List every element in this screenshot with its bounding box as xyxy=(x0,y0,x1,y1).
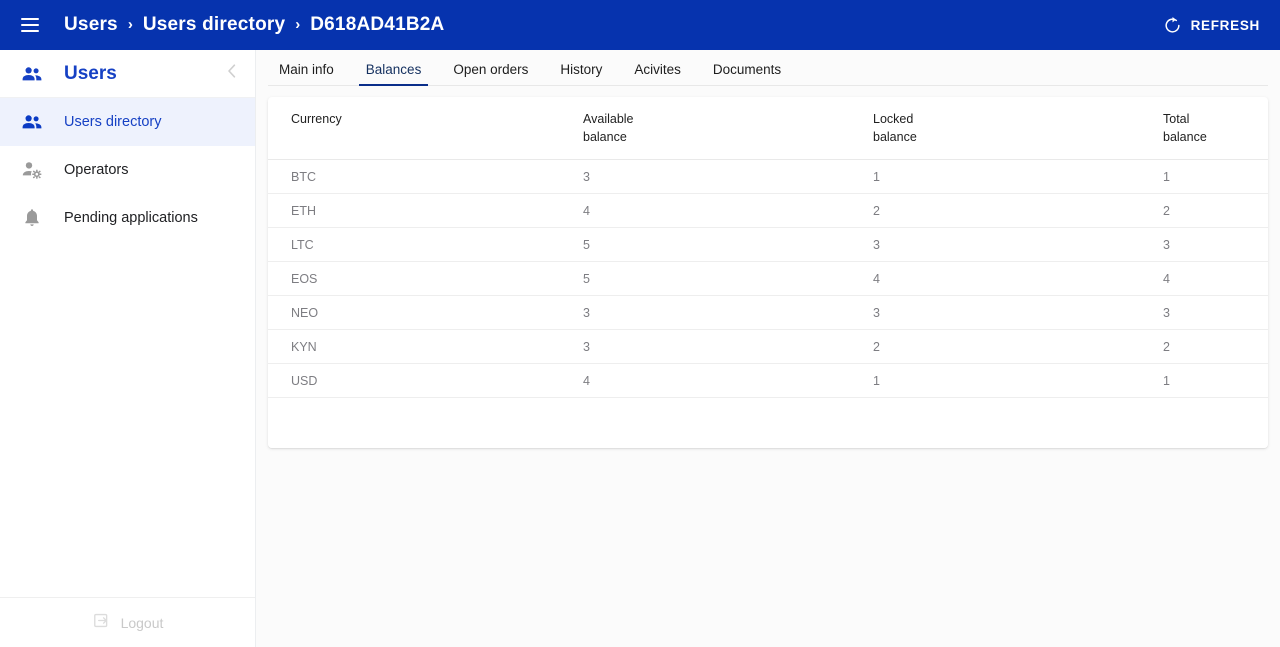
table-row[interactable]: LTC 5 3 3 xyxy=(268,227,1268,263)
person-gear-icon xyxy=(0,158,64,182)
table-footer xyxy=(268,398,1268,449)
tab-bar: Main info Balances Open orders History A… xyxy=(268,50,1268,86)
cell-total: 3 xyxy=(1163,227,1268,263)
cell-available: 3 xyxy=(583,295,873,331)
cell-available: 5 xyxy=(583,261,873,297)
cell-available: 4 xyxy=(583,363,873,399)
cell-total: 4 xyxy=(1163,261,1268,297)
tab-documents[interactable]: Documents xyxy=(697,62,797,85)
table-header-row: Currency Available balance Locked balanc… xyxy=(268,97,1268,161)
tab-main-info[interactable]: Main info xyxy=(268,62,350,85)
sidebar-collapse-button[interactable] xyxy=(221,63,243,85)
sidebar-item-label: Pending applications xyxy=(64,210,198,226)
cell-available: 3 xyxy=(583,159,873,195)
app-root: Users › Users directory › D618AD41B2A RE… xyxy=(0,0,1280,647)
breadcrumb: Users › Users directory › D618AD41B2A xyxy=(64,14,444,36)
column-header-line1: Locked xyxy=(873,112,914,126)
breadcrumb-item-users[interactable]: Users xyxy=(64,14,118,36)
people-icon xyxy=(0,110,64,134)
sidebar-item-label: Operators xyxy=(64,162,129,178)
cell-total: 2 xyxy=(1163,329,1268,365)
hamburger-menu-icon[interactable] xyxy=(14,9,46,41)
hamburger-line xyxy=(21,24,39,26)
cell-currency: BTC xyxy=(268,159,583,195)
refresh-icon xyxy=(1163,16,1182,35)
column-header-line2: balance xyxy=(583,130,627,145)
tab-balances[interactable]: Balances xyxy=(350,62,438,86)
chevron-right-icon: › xyxy=(127,15,133,33)
cell-available: 4 xyxy=(583,193,873,229)
app-body: Users Users directory Operators Pending … xyxy=(0,50,1280,647)
cell-available: 5 xyxy=(583,227,873,263)
hamburger-line xyxy=(21,18,39,20)
balances-table: Currency Available balance Locked balanc… xyxy=(268,97,1268,399)
column-header-line1: Total xyxy=(1163,112,1190,126)
sidebar-item-label: Users directory xyxy=(64,114,162,130)
logout-label: Logout xyxy=(120,614,164,631)
cell-locked: 1 xyxy=(873,363,1163,399)
cell-total: 3 xyxy=(1163,295,1268,331)
top-app-bar: Users › Users directory › D618AD41B2A RE… xyxy=(0,0,1280,50)
main-content: Main info Balances Open orders History A… xyxy=(256,50,1280,647)
sidebar-item-users-directory[interactable]: Users directory xyxy=(0,98,255,146)
sidebar-header: Users xyxy=(0,50,255,98)
column-header-line2: balance xyxy=(1163,130,1207,145)
column-header-total-balance: Total balance xyxy=(1163,97,1268,161)
cell-currency: ETH xyxy=(268,193,583,229)
tab-history[interactable]: History xyxy=(544,62,618,85)
column-header-line1: Currency xyxy=(291,112,342,126)
refresh-button[interactable]: REFRESH xyxy=(1159,10,1264,41)
cell-currency: LTC xyxy=(268,227,583,263)
sidebar-item-operators[interactable]: Operators xyxy=(0,146,255,194)
cell-available: 3 xyxy=(583,329,873,365)
sidebar-item-pending-applications[interactable]: Pending applications xyxy=(0,194,255,242)
bell-icon xyxy=(0,206,64,230)
balances-card: Currency Available balance Locked balanc… xyxy=(268,97,1268,449)
column-header-available-balance: Available balance xyxy=(583,97,873,161)
table-row[interactable]: EOS 5 4 4 xyxy=(268,261,1268,297)
cell-total: 2 xyxy=(1163,193,1268,229)
column-header-currency: Currency xyxy=(268,97,583,161)
cell-locked: 3 xyxy=(873,227,1163,263)
cell-currency: USD xyxy=(268,363,583,399)
sidebar-title: Users xyxy=(64,62,117,84)
cell-locked: 3 xyxy=(873,295,1163,331)
breadcrumb-item-users-directory[interactable]: Users directory xyxy=(143,14,285,36)
tab-acivites[interactable]: Acivites xyxy=(618,62,697,85)
logout-icon xyxy=(92,611,111,635)
tab-open-orders[interactable]: Open orders xyxy=(437,62,544,85)
cell-total: 1 xyxy=(1163,159,1268,195)
cell-locked: 2 xyxy=(873,329,1163,365)
table-row[interactable]: USD 4 1 1 xyxy=(268,363,1268,399)
cell-total: 1 xyxy=(1163,363,1268,399)
logout-button[interactable]: Logout xyxy=(0,597,255,647)
cell-currency: EOS xyxy=(268,261,583,297)
cell-currency: NEO xyxy=(268,295,583,331)
chevron-left-icon xyxy=(226,63,238,84)
cell-currency: KYN xyxy=(268,329,583,365)
cell-locked: 1 xyxy=(873,159,1163,195)
people-icon xyxy=(0,62,64,86)
column-header-line1: Available xyxy=(583,112,634,126)
table-row[interactable]: BTC 3 1 1 xyxy=(268,159,1268,195)
cell-locked: 2 xyxy=(873,193,1163,229)
refresh-label: REFRESH xyxy=(1190,17,1260,33)
table-row[interactable]: NEO 3 3 3 xyxy=(268,295,1268,331)
table-row[interactable]: KYN 3 2 2 xyxy=(268,329,1268,365)
hamburger-line xyxy=(21,30,39,32)
table-header: Currency Available balance Locked balanc… xyxy=(268,97,1268,161)
cell-locked: 4 xyxy=(873,261,1163,297)
chevron-right-icon: › xyxy=(295,15,301,33)
column-header-line2: balance xyxy=(873,130,917,145)
breadcrumb-item-user-id: D618AD41B2A xyxy=(310,14,445,35)
sidebar: Users Users directory Operators Pending … xyxy=(0,50,256,647)
column-header-locked-balance: Locked balance xyxy=(873,97,1163,161)
table-row[interactable]: ETH 4 2 2 xyxy=(268,193,1268,229)
sidebar-nav: Users directory Operators Pending applic… xyxy=(0,98,255,242)
table-body: BTC 3 1 1 ETH 4 2 2 LTC 5 3 3 EOS 5 4 4 … xyxy=(268,159,1268,399)
